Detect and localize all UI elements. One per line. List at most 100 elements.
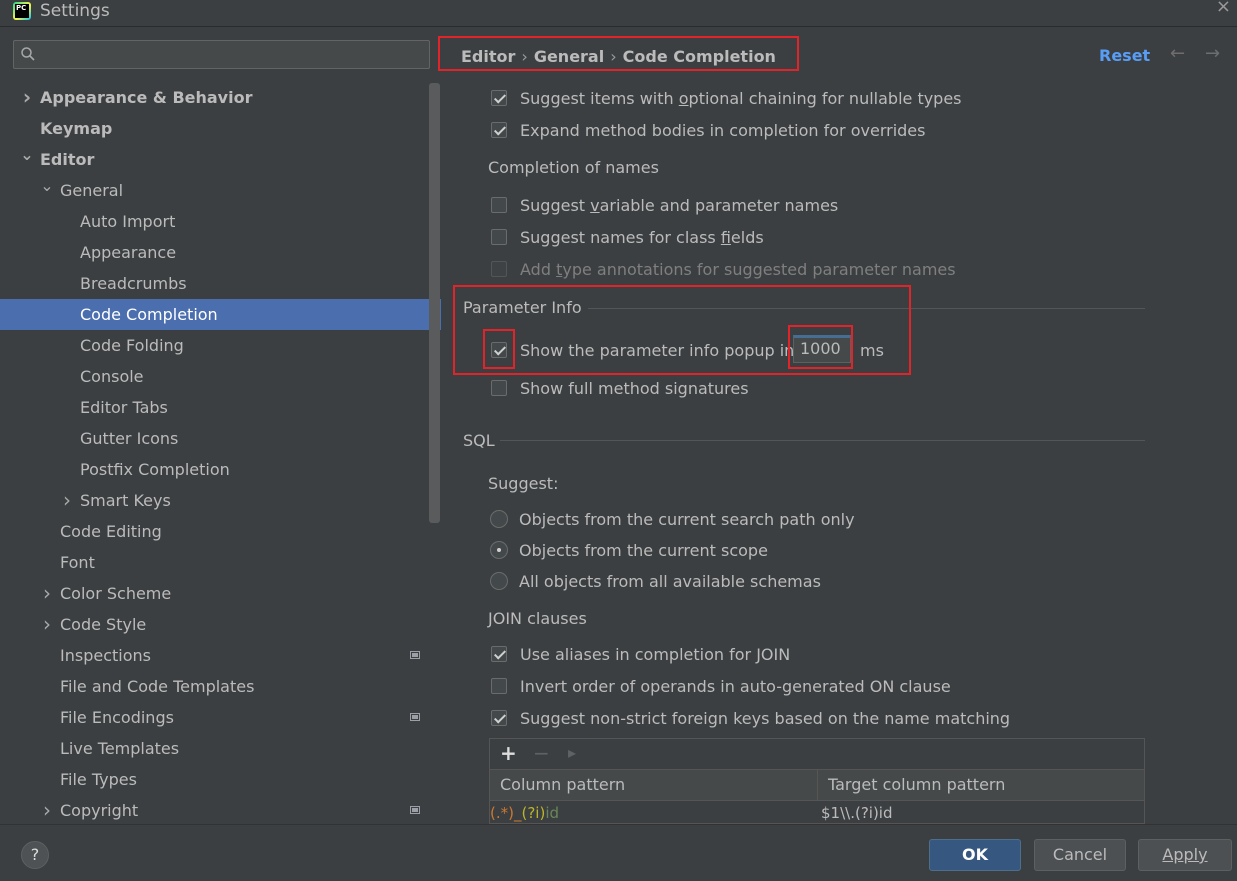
chevron-right-icon[interactable]: › xyxy=(40,609,54,640)
project-settings-icon xyxy=(410,713,420,721)
sql-suggest-label: Suggest: xyxy=(488,474,559,493)
checkbox-disabled xyxy=(491,261,507,277)
sql-section-title: SQL xyxy=(463,431,495,450)
tree-item[interactable]: File Encodings xyxy=(0,702,441,733)
tree-item[interactable]: Font xyxy=(0,547,441,578)
tree-item-label: Auto Import xyxy=(80,212,176,231)
tree-item[interactable]: Code Editing xyxy=(0,516,441,547)
settings-search[interactable] xyxy=(13,40,430,69)
tree-item-label: Postfix Completion xyxy=(80,460,230,479)
tree-item[interactable]: Live Templates xyxy=(0,733,441,764)
tree-item[interactable]: › Code Style xyxy=(0,609,441,640)
tree-item[interactable]: › Appearance & Behavior xyxy=(0,82,441,113)
reset-link[interactable]: Reset xyxy=(1099,46,1150,65)
table-header: Column pattern Target column pattern xyxy=(490,770,1144,801)
section-divider xyxy=(588,308,1145,309)
apply-button[interactable]: Apply xyxy=(1138,839,1232,871)
tree-item-label: File Encodings xyxy=(60,708,174,727)
tree-item[interactable]: ⌄ General xyxy=(0,175,441,206)
window-title: Settings xyxy=(40,1,110,21)
arrow-left-icon[interactable]: ← xyxy=(1170,43,1185,64)
checkbox[interactable] xyxy=(491,678,507,694)
tree-item-label: Code Completion xyxy=(80,305,218,324)
chevron-right-icon[interactable]: › xyxy=(40,578,54,609)
checkbox[interactable] xyxy=(491,342,507,358)
tree-item-label: Code Editing xyxy=(60,522,162,541)
move-icon: ▸ xyxy=(568,743,577,762)
tree-item[interactable]: Auto Import xyxy=(0,206,441,237)
tree-item[interactable]: File Types xyxy=(0,764,441,795)
table-toolbar: + − ▸ xyxy=(490,739,1144,770)
tree-item-label: Keymap xyxy=(40,119,113,138)
tree-item[interactable]: Appearance xyxy=(0,237,441,268)
tree-item-label: General xyxy=(60,181,124,200)
tree-item-label: Gutter Icons xyxy=(80,429,179,448)
title-bar: Settings × xyxy=(0,0,1237,27)
tree-item[interactable]: Console xyxy=(0,361,441,392)
radio-button[interactable] xyxy=(490,541,508,559)
chevron-down-icon[interactable]: ⌄ xyxy=(40,170,54,201)
column-header-pattern[interactable]: Column pattern xyxy=(490,770,818,800)
tree-item-label: File Types xyxy=(60,770,137,789)
checkbox[interactable] xyxy=(491,122,507,138)
chevron-right-icon[interactable]: › xyxy=(20,82,34,113)
tree-item-label: Inspections xyxy=(60,646,151,665)
column-pattern-table: + − ▸ Column pattern Target column patte… xyxy=(489,738,1145,824)
tree-item-label: Code Style xyxy=(60,615,147,634)
tree-item[interactable]: File and Code Templates xyxy=(0,671,441,702)
chevron-right-icon[interactable]: › xyxy=(60,485,74,516)
parameter-info-title: Parameter Info xyxy=(463,298,582,317)
settings-tree: › Appearance & Behavior Keymap ⌄ Editor ⌄ Gene… xyxy=(0,82,441,826)
checkbox[interactable] xyxy=(491,646,507,662)
checkbox[interactable] xyxy=(491,229,507,245)
tree-item[interactable]: Gutter Icons xyxy=(0,423,441,454)
chevron-down-icon[interactable]: ⌄ xyxy=(20,139,34,170)
tree-item-label: Copyright xyxy=(60,801,139,820)
column-header-target[interactable]: Target column pattern xyxy=(818,770,1144,800)
tree-item[interactable]: Code Completion xyxy=(0,299,441,330)
tree-item-label: Editor Tabs xyxy=(80,398,168,417)
tree-item[interactable]: Editor Tabs xyxy=(0,392,441,423)
search-input[interactable] xyxy=(50,45,424,67)
checkbox[interactable] xyxy=(491,710,507,726)
close-window-icon[interactable]: × xyxy=(1216,0,1231,17)
cancel-button[interactable]: Cancel xyxy=(1034,839,1126,871)
remove-icon: − xyxy=(533,741,550,765)
join-clauses-title: JOIN clauses xyxy=(488,609,587,628)
project-settings-icon xyxy=(410,806,420,814)
ok-button[interactable]: OK xyxy=(929,839,1021,871)
tree-item-label: Appearance & Behavior xyxy=(40,88,253,107)
breadcrumb-general[interactable]: General xyxy=(534,47,604,66)
help-icon[interactable]: ? xyxy=(21,841,49,869)
popup-delay-input[interactable]: 1000 xyxy=(793,335,851,363)
target-cell[interactable]: $1\\.(?i)id xyxy=(821,801,1141,825)
tree-item[interactable]: Breadcrumbs xyxy=(0,268,441,299)
tree-item[interactable]: Inspections xyxy=(0,640,441,671)
radio-button[interactable] xyxy=(490,510,508,528)
checkbox[interactable] xyxy=(491,380,507,396)
completion-of-names-title: Completion of names xyxy=(488,158,659,177)
table-row[interactable]: (.*)_(?i)id $1\\.(?i)id xyxy=(490,801,1144,825)
sidebar-scrollbar[interactable] xyxy=(429,83,440,523)
checkbox[interactable] xyxy=(491,197,507,213)
tree-item[interactable]: Keymap xyxy=(0,113,441,144)
tree-item-label: Smart Keys xyxy=(80,491,171,510)
tree-item[interactable]: › Color Scheme xyxy=(0,578,441,609)
add-icon[interactable]: + xyxy=(500,741,517,765)
tree-item[interactable]: ⌄ Editor xyxy=(0,144,441,175)
tree-item-label: Breadcrumbs xyxy=(80,274,187,293)
pattern-cell[interactable]: (.*)_(?i)id xyxy=(490,801,818,825)
chevron-right-icon[interactable]: › xyxy=(40,795,54,826)
checkbox[interactable] xyxy=(491,90,507,106)
breadcrumb-separator: › xyxy=(521,47,528,66)
settings-sidebar: › Appearance & Behavior Keymap ⌄ Editor ⌄ Gene… xyxy=(0,27,443,824)
tree-item[interactable]: Postfix Completion xyxy=(0,454,441,485)
tree-item-label: Font xyxy=(60,553,95,572)
radio-button[interactable] xyxy=(490,572,508,590)
arrow-right-icon[interactable]: → xyxy=(1205,43,1220,64)
tree-item[interactable]: › Copyright xyxy=(0,795,441,826)
tree-item[interactable]: › Smart Keys xyxy=(0,485,441,516)
breadcrumb-editor[interactable]: Editor xyxy=(461,47,515,66)
tree-item[interactable]: Code Folding xyxy=(0,330,441,361)
breadcrumb: Editor › General › Code Completion xyxy=(461,44,776,70)
